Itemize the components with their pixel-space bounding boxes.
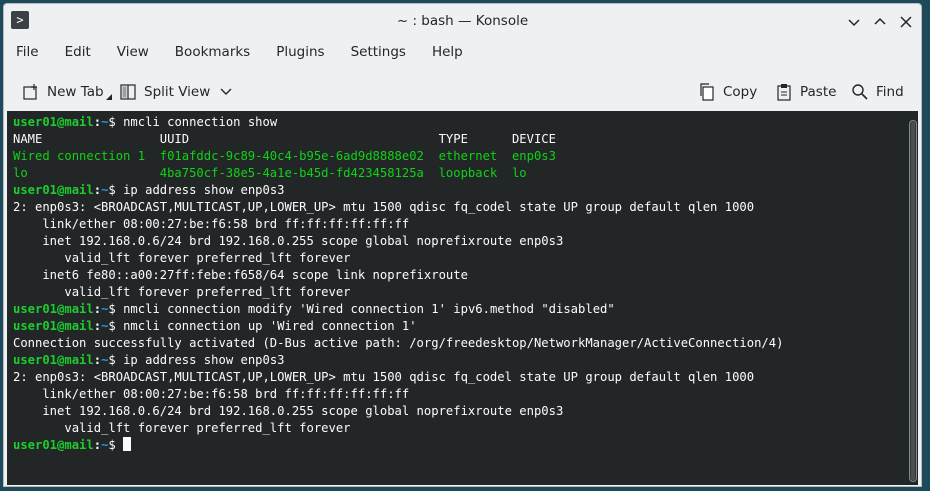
paste-button[interactable]: Paste <box>774 75 836 109</box>
prompt-separator: : <box>93 438 102 452</box>
prompt-user: user01@mail <box>13 319 94 333</box>
paste-icon <box>774 82 794 102</box>
terminal-line: user01@mail:~$ nmcli connection show <box>13 114 783 131</box>
split-view-button[interactable]: Split View <box>118 75 232 109</box>
terminal-line: user01@mail:~$ nmcli connection up 'Wire… <box>13 318 783 335</box>
output-text: valid_lft forever preferred_lft forever <box>13 285 351 299</box>
terminal-line: user01@mail:~$ ip address show enp0s3 <box>13 182 783 199</box>
copy-icon <box>697 82 717 102</box>
new-tab-label: New Tab <box>47 84 104 100</box>
terminal-line: 2: enp0s3: <BROADCAST,MULTICAST,UP,LOWER… <box>13 369 783 386</box>
new-tab-button[interactable]: New Tab <box>21 75 112 109</box>
terminal-line: valid_lft forever preferred_lft forever <box>13 420 783 437</box>
menu-view[interactable]: View <box>104 41 162 67</box>
prompt-dollar: $ <box>108 302 124 316</box>
terminal-line: user01@mail:~$ <box>13 437 783 454</box>
prompt-dollar: $ <box>108 115 124 129</box>
prompt-user: user01@mail <box>13 302 94 316</box>
prompt-separator: : <box>93 353 102 367</box>
scrollbar-thumb[interactable] <box>911 122 915 480</box>
split-view-icon <box>118 82 138 102</box>
chevron-down-icon[interactable] <box>220 88 232 96</box>
command-text: nmcli connection up 'Wired connection 1' <box>123 319 417 333</box>
output-text: link/ether 08:00:27:be:f6:58 brd ff:ff:f… <box>13 217 410 231</box>
output-text: Connection successfully activated (D-Bus… <box>13 336 784 350</box>
output-text: NAME UUID TYPE DEVICE <box>13 132 556 146</box>
terminal-view[interactable]: user01@mail:~$ nmcli connection show NAME… <box>7 111 918 485</box>
prompt-user: user01@mail <box>13 353 94 367</box>
output-text: valid_lft forever preferred_lft forever <box>13 421 351 435</box>
terminal-line: 2: enp0s3: <BROADCAST,MULTICAST,UP,LOWER… <box>13 199 783 216</box>
command-text: nmcli connection show <box>123 115 278 129</box>
prompt-dollar: $ <box>108 438 124 452</box>
search-icon <box>850 82 870 102</box>
new-tab-icon <box>21 82 41 102</box>
terminal-line: Wired connection 1 f01afddc-9c89-40c4-b9… <box>13 148 783 165</box>
window-title: ~ : bash — Konsole <box>396 13 529 29</box>
maximize-icon[interactable] <box>870 12 890 32</box>
menu-plugins[interactable]: Plugins <box>263 41 337 67</box>
prompt-dollar: $ <box>108 353 124 367</box>
command-text: ip address show enp0s3 <box>123 353 285 367</box>
prompt-separator: : <box>93 183 102 197</box>
command-text: nmcli connection modify 'Wired connectio… <box>123 302 615 316</box>
prompt-separator: : <box>93 319 102 333</box>
terminal-line: valid_lft forever preferred_lft forever <box>13 250 783 267</box>
konsole-window: > ~ : bash — Konsole File Edit View Book… <box>3 3 922 487</box>
prompt-user: user01@mail <box>13 183 94 197</box>
terminal-line: inet 192.168.0.6/24 brd 192.168.0.255 sc… <box>13 403 783 420</box>
title-bar: > ~ : bash — Konsole <box>4 4 921 38</box>
find-button[interactable]: Find <box>850 75 904 109</box>
output-text: inet 192.168.0.6/24 brd 192.168.0.255 sc… <box>13 404 564 418</box>
dropdown-corner-icon <box>105 94 112 100</box>
output-text: 2: enp0s3: <BROADCAST,MULTICAST,UP,LOWER… <box>13 370 755 384</box>
terminal-line: valid_lft forever preferred_lft forever <box>13 284 783 301</box>
terminal-line: user01@mail:~$ ip address show enp0s3 <box>13 352 783 369</box>
terminal-line: user01@mail:~$ nmcli connection modify '… <box>13 301 783 318</box>
close-icon[interactable] <box>896 12 916 32</box>
menu-settings[interactable]: Settings <box>338 41 419 67</box>
terminal-line: lo 4ba750cf-38e5-4a1e-b45d-fd423458125a … <box>13 165 783 182</box>
output-text: inet 192.168.0.6/24 brd 192.168.0.255 sc… <box>13 234 564 248</box>
terminal-line: Connection successfully activated (D-Bus… <box>13 335 783 352</box>
prompt-separator: : <box>93 302 102 316</box>
menu-help[interactable]: Help <box>419 41 476 67</box>
menu-edit[interactable]: Edit <box>52 41 104 67</box>
output-text: inet6 fe80::a00:27ff:febe:f658/64 scope … <box>13 268 468 282</box>
menu-bookmarks[interactable]: Bookmarks <box>162 41 263 67</box>
terminal-line: link/ether 08:00:27:be:f6:58 brd ff:ff:f… <box>13 216 783 233</box>
connection-row: Wired connection 1 f01afddc-9c89-40c4-b9… <box>13 149 556 163</box>
prompt-separator: : <box>93 115 102 129</box>
output-text: 2: enp0s3: <BROADCAST,MULTICAST,UP,LOWER… <box>13 200 755 214</box>
prompt-user: user01@mail <box>13 115 94 129</box>
terminal-output: user01@mail:~$ nmcli connection show NAME… <box>13 114 783 454</box>
copy-label: Copy <box>723 84 758 100</box>
output-text: link/ether 08:00:27:be:f6:58 brd ff:ff:f… <box>13 387 410 401</box>
terminal-line: inet6 fe80::a00:27ff:febe:f658/64 scope … <box>13 267 783 284</box>
copy-button[interactable]: Copy <box>697 75 757 109</box>
split-view-label: Split View <box>144 84 211 100</box>
prompt-user: user01@mail <box>13 438 94 452</box>
minimize-icon[interactable] <box>844 12 864 32</box>
menu-bar: File Edit View Bookmarks Plugins Setting… <box>4 41 476 67</box>
terminal-line: inet 192.168.0.6/24 brd 192.168.0.255 sc… <box>13 233 783 250</box>
menu-file[interactable]: File <box>4 41 52 67</box>
find-label: Find <box>876 84 904 100</box>
paste-label: Paste <box>800 84 837 100</box>
terminal-line: NAME UUID TYPE DEVICE <box>13 131 783 148</box>
text-cursor <box>123 437 132 451</box>
terminal-scrollbar[interactable] <box>909 120 917 482</box>
toolbar: New Tab Split View Copy Paste Find <box>4 75 921 109</box>
prompt-dollar: $ <box>108 183 124 197</box>
connection-row: lo 4ba750cf-38e5-4a1e-b45d-fd423458125a … <box>13 166 527 180</box>
output-text: valid_lft forever preferred_lft forever <box>13 251 351 265</box>
prompt-dollar: $ <box>108 319 124 333</box>
command-text: ip address show enp0s3 <box>123 183 285 197</box>
terminal-line: link/ether 08:00:27:be:f6:58 brd ff:ff:f… <box>13 386 783 403</box>
